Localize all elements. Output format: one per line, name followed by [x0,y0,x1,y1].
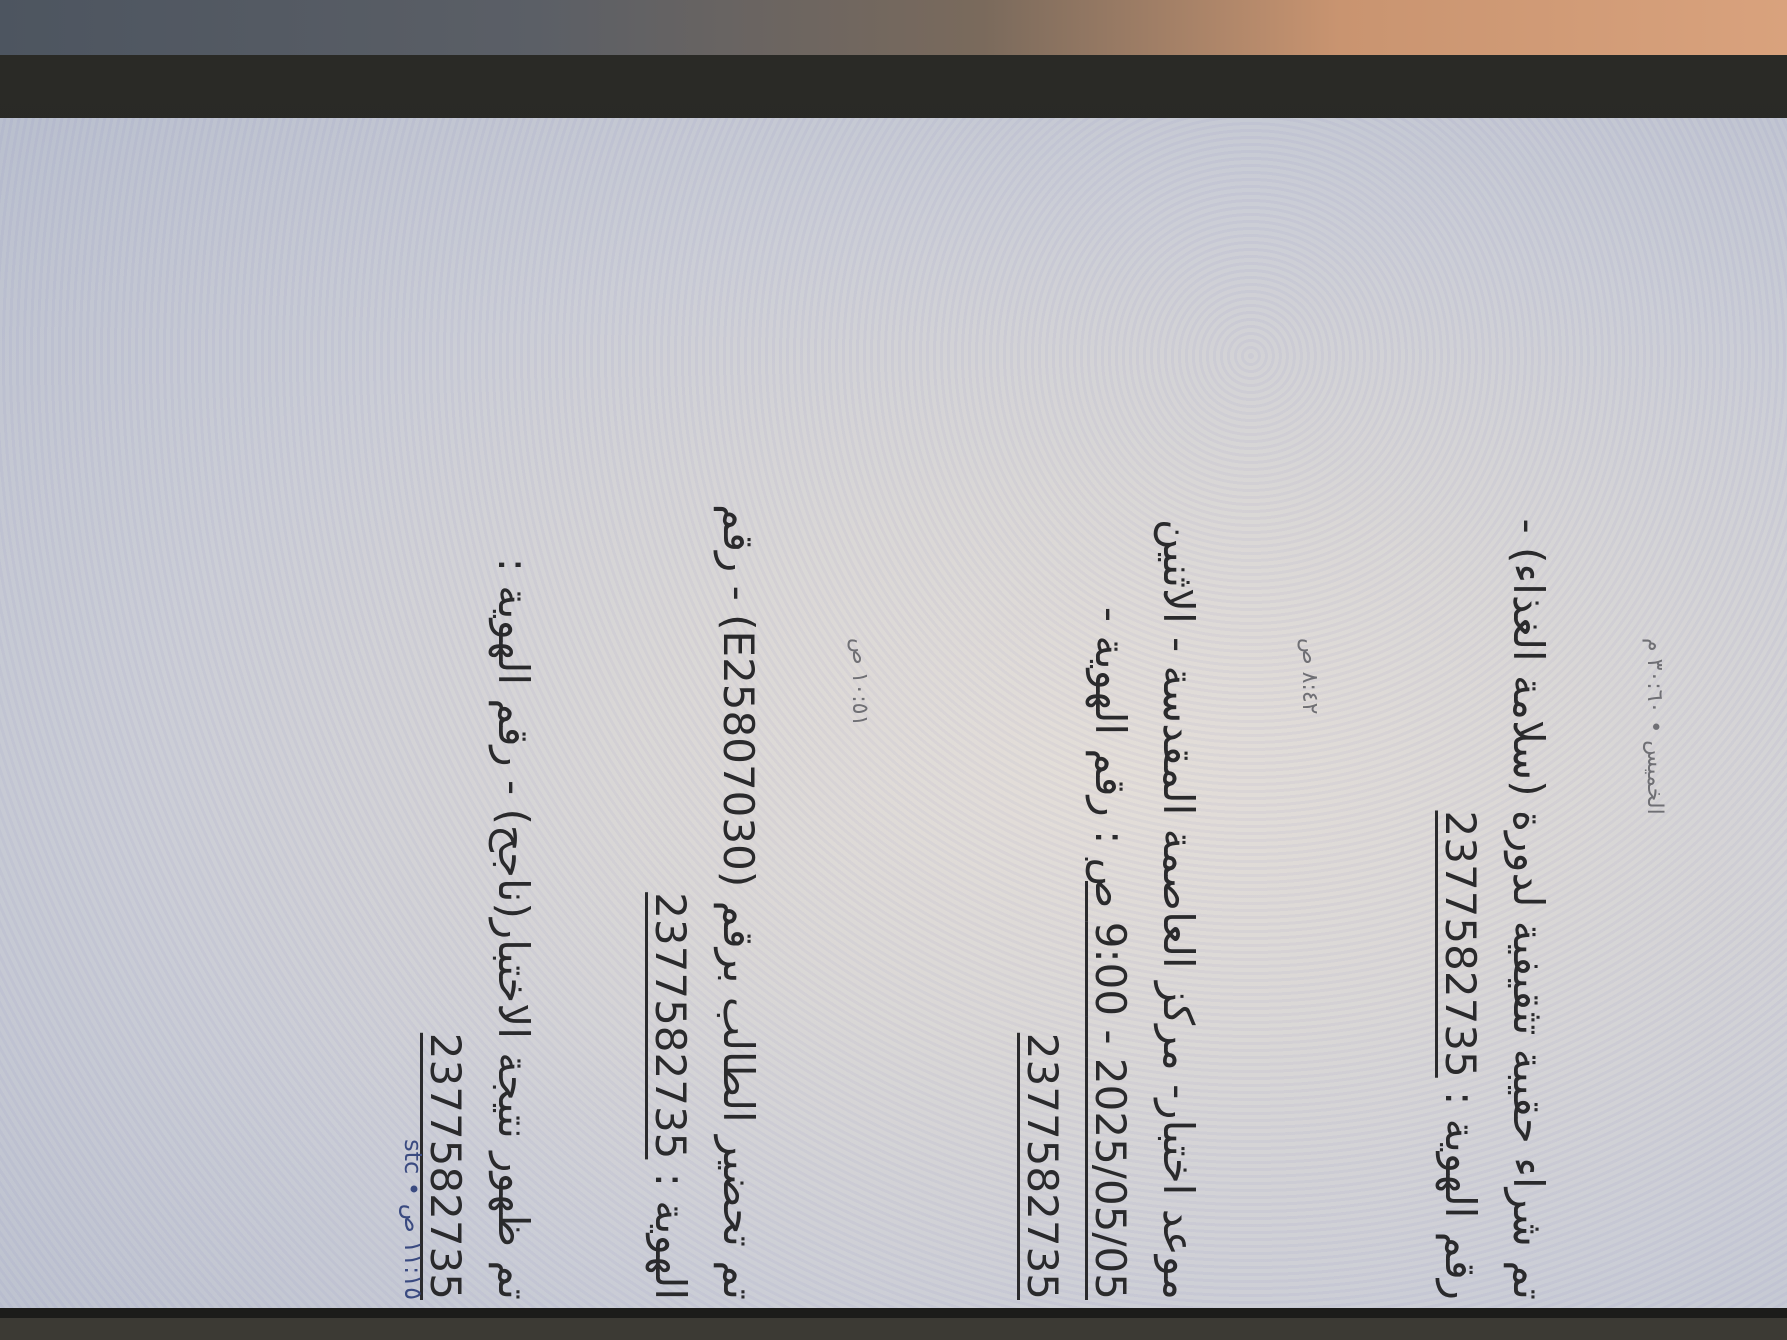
message-text: الهوية : 2377582735 [646,892,695,1300]
message-timestamp: الخميس • ٣٠:٦٠ م [1642,638,1667,815]
carrier-label: stc [399,1139,427,1175]
sms-message: تم شراء حقيبة تثقيفية لدورة (سلامة الغذا… [1426,519,1562,1300]
message-timestamp: ٨:٤٢ ص [1297,638,1322,715]
message-text: تم تحضير الطالب برقم (E25807030) - رقم [714,503,763,1300]
phone-bottom-edge [0,1318,1787,1340]
message-text: رقم الهوية : 2377582735 [1436,810,1485,1300]
footer-time: ١١:١٥ ص [399,1203,427,1300]
sms-thread: الخميس • ٣٠:٦٠ م تم شراء حقيبة تثقيفية ل… [0,118,1787,1308]
id-number-link[interactable]: 2377582735 [421,1033,470,1300]
id-number-link[interactable]: 2377582735 [1018,1033,1067,1300]
sms-message: تم ظهور نتيجة الاختبار(ناجح) - رقم الهوي… [411,558,547,1300]
message-footer: ١١:١٥ ص • stc [399,1139,427,1300]
date-link[interactable]: 2025/05/05 - 9:00 ص [1086,858,1135,1300]
id-number-link[interactable]: 2377582735 [646,892,695,1159]
id-number-link[interactable]: 2377582735 [1436,811,1485,1078]
message-timestamp: ١٠:٥١ ص [847,638,872,727]
message-text: 2377582735 [1008,519,1076,1300]
message-text: 2025/05/05 - 9:00 ص : رقم الهوية - [1086,606,1135,1300]
sms-message: تم تحضير الطالب برقم (E25807030) - رقم ا… [636,504,772,1300]
separator-dot: • [399,1174,427,1197]
sms-message: موعد اختبار- مركز العاصمة المقدسة - الاث… [1008,519,1212,1300]
message-text: تم شراء حقيبة تثقيفية لدورة (سلامة الغذا… [1504,518,1553,1300]
message-text: موعد اختبار- مركز العاصمة المقدسة - الاث… [1154,519,1203,1300]
message-text: تم ظهور نتيجة الاختبار(ناجح) - رقم الهوي… [489,557,538,1300]
